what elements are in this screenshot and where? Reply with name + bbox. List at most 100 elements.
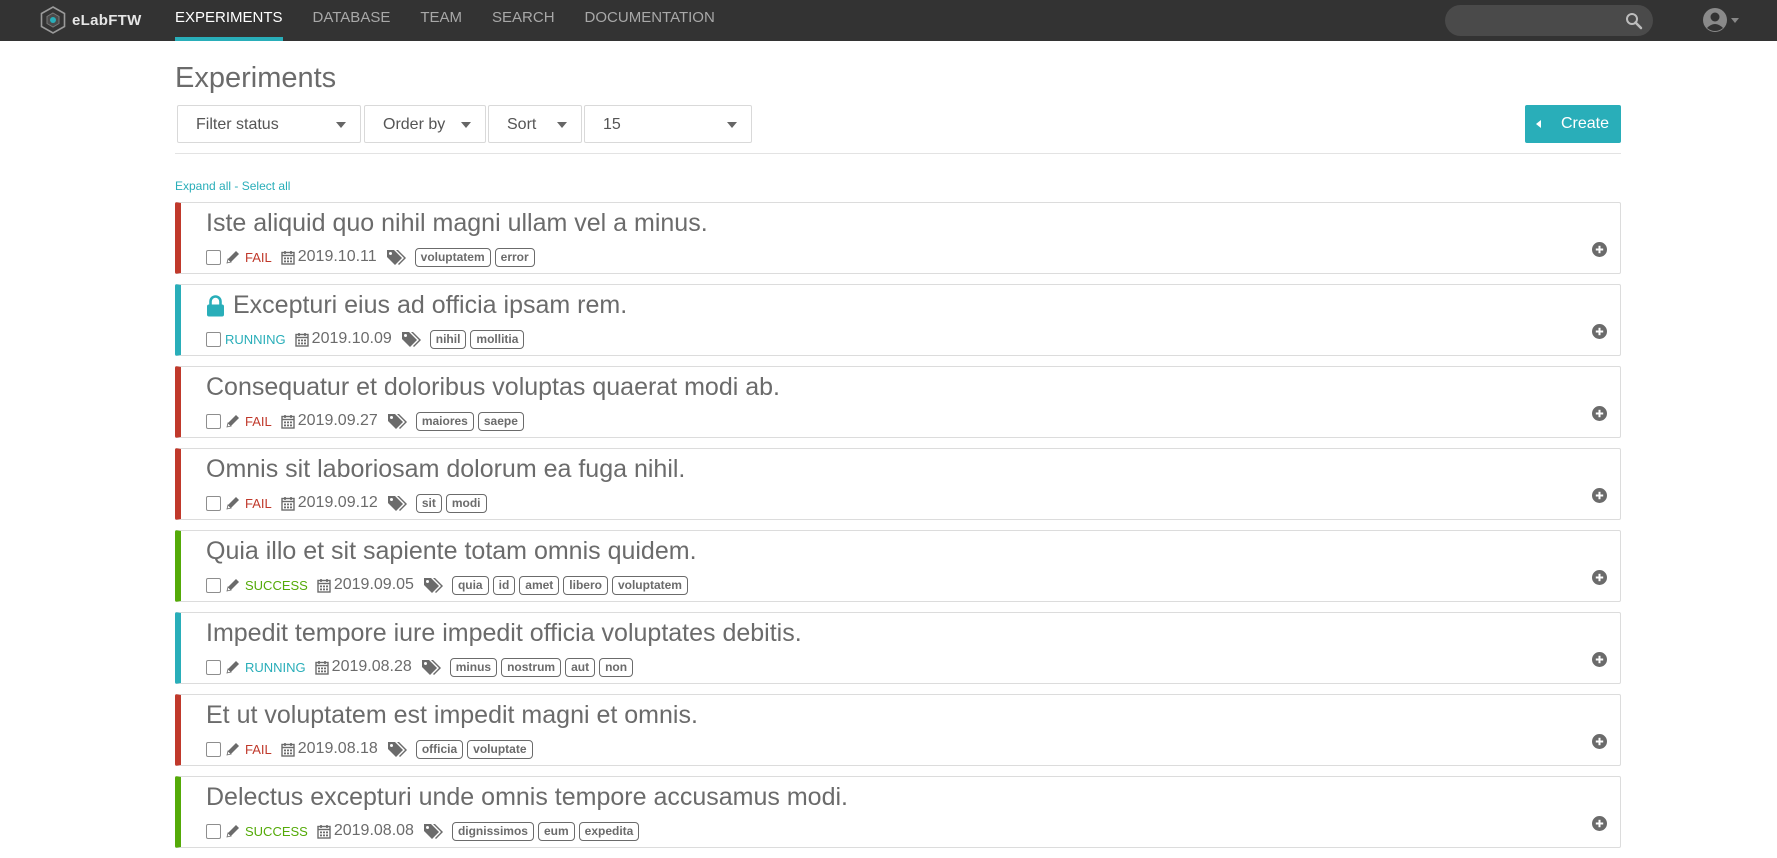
- experiment-title-link[interactable]: Consequatur et doloribus voluptas quaera…: [206, 373, 780, 402]
- tag-badge[interactable]: nostrum: [501, 657, 562, 677]
- tag-badge[interactable]: expedita: [578, 821, 640, 841]
- experiment-meta: FAIL 2019.09.27 maiores saepe: [206, 411, 528, 431]
- sort-select[interactable]: Sort: [488, 105, 582, 143]
- pencil-icon[interactable]: [225, 577, 241, 593]
- status-label: SUCCESS: [245, 823, 308, 839]
- toolbar: Filter status Order by Sort 15 Create: [175, 104, 1621, 154]
- expand-plus-icon[interactable]: [1592, 242, 1607, 257]
- pencil-icon[interactable]: [225, 495, 241, 511]
- tag-badge[interactable]: error: [494, 247, 535, 267]
- search-box: [1445, 5, 1653, 36]
- select-all-link[interactable]: Select all: [242, 179, 291, 193]
- tags-icon: [423, 823, 443, 839]
- experiment-title-link[interactable]: Delectus excepturi unde omnis tempore ac…: [206, 783, 848, 812]
- tag-badge[interactable]: minus: [449, 657, 498, 677]
- experiment-title: Impedit tempore iure impedit officia vol…: [206, 619, 802, 647]
- filter-status-select[interactable]: Filter status: [177, 105, 361, 143]
- expand-plus-icon[interactable]: [1592, 816, 1607, 831]
- tag-badge[interactable]: sit: [415, 493, 442, 513]
- status-label: FAIL: [245, 741, 272, 757]
- experiment-title: Excepturi eius ad officia ipsam rem.: [233, 291, 628, 319]
- elabftw-logo-icon: [40, 6, 66, 34]
- experiment-title-link[interactable]: Iste aliquid quo nihil magni ullam vel a…: [206, 209, 708, 238]
- nav-documentation[interactable]: DOCUMENTATION: [585, 0, 715, 41]
- calendar-icon: [281, 496, 295, 511]
- tag-badge[interactable]: eum: [537, 821, 575, 841]
- tag-badge[interactable]: dignissimos: [451, 821, 534, 841]
- select-checkbox[interactable]: [206, 331, 221, 347]
- expand-plus-icon[interactable]: [1592, 652, 1607, 667]
- top-navbar: eLabFTW EXPERIMENTS DATABASE TEAM SEARCH…: [0, 0, 1777, 41]
- chevron-down-icon: [336, 122, 346, 128]
- tag-badge[interactable]: id: [492, 575, 516, 595]
- tag-badge[interactable]: libero: [563, 575, 608, 595]
- chevron-down-icon: [727, 122, 737, 128]
- experiment-title: Consequatur et doloribus voluptas quaera…: [206, 373, 780, 401]
- experiment-meta: FAIL 2019.08.18 officia voluptate: [206, 739, 537, 759]
- tag-badge[interactable]: voluptatem: [414, 247, 491, 267]
- experiment-title-link[interactable]: Omnis sit laboriosam dolorum ea fuga nih…: [206, 455, 685, 484]
- experiment-title: Iste aliquid quo nihil magni ullam vel a…: [206, 209, 708, 237]
- experiment-title-link[interactable]: Et ut voluptatem est impedit magni et om…: [206, 701, 698, 730]
- experiment-item: Delectus excepturi unde omnis tempore ac…: [175, 776, 1621, 848]
- pencil-icon[interactable]: [225, 659, 241, 675]
- experiment-item: Consequatur et doloribus voluptas quaera…: [175, 366, 1621, 438]
- tag-badge[interactable]: saepe: [477, 411, 524, 431]
- tag-badge[interactable]: maiores: [415, 411, 474, 431]
- expand-plus-icon[interactable]: [1592, 734, 1607, 749]
- tag-badge[interactable]: aut: [565, 657, 596, 677]
- experiment-title-link[interactable]: Quia illo et sit sapiente totam omnis qu…: [206, 537, 697, 566]
- select-checkbox[interactable]: [206, 823, 221, 839]
- select-checkbox[interactable]: [206, 413, 221, 429]
- nav-search[interactable]: SEARCH: [492, 0, 555, 41]
- logo[interactable]: eLabFTW: [40, 4, 142, 36]
- tag-badge[interactable]: voluptatem: [611, 575, 688, 595]
- nav-database[interactable]: DATABASE: [313, 0, 391, 41]
- search-icon[interactable]: [1625, 12, 1643, 30]
- expand-plus-icon[interactable]: [1592, 488, 1607, 503]
- expand-plus-icon[interactable]: [1592, 570, 1607, 585]
- select-checkbox[interactable]: [206, 741, 221, 757]
- tag-badge[interactable]: nihil: [429, 329, 467, 349]
- limit-select[interactable]: 15: [584, 105, 752, 143]
- expand-plus-icon[interactable]: [1592, 406, 1607, 421]
- pencil-icon[interactable]: [225, 823, 241, 839]
- select-checkbox[interactable]: [206, 577, 221, 593]
- expand-plus-icon[interactable]: [1592, 324, 1607, 339]
- tag-badge[interactable]: voluptate: [467, 739, 533, 759]
- select-checkbox[interactable]: [206, 495, 221, 511]
- experiment-meta: FAIL 2019.09.12 sit modi: [206, 493, 491, 513]
- pencil-icon[interactable]: [225, 413, 241, 429]
- links-separator: -: [231, 179, 242, 193]
- select-checkbox[interactable]: [206, 249, 221, 265]
- tag-badge[interactable]: quia: [451, 575, 489, 595]
- tag-list: dignissimos eum expedita: [451, 821, 643, 841]
- experiment-date: 2019.10.09: [311, 330, 392, 347]
- tag-badge[interactable]: modi: [445, 493, 487, 513]
- pencil-icon[interactable]: [225, 741, 241, 757]
- experiment-title-link[interactable]: Impedit tempore iure impedit officia vol…: [206, 619, 802, 648]
- tag-badge[interactable]: officia: [415, 739, 464, 759]
- chevron-down-icon: [1731, 17, 1739, 23]
- tag-badge[interactable]: mollitia: [470, 329, 525, 349]
- order-by-select[interactable]: Order by: [364, 105, 486, 143]
- experiment-date: 2019.08.18: [297, 740, 378, 757]
- experiment-title-link[interactable]: Excepturi eius ad officia ipsam rem.: [206, 291, 627, 320]
- calendar-icon: [317, 824, 331, 839]
- expand-all-link[interactable]: Expand all: [175, 179, 231, 193]
- tag-list: minus nostrum aut non: [449, 657, 637, 677]
- tag-badge[interactable]: non: [599, 657, 634, 677]
- create-button[interactable]: Create: [1525, 105, 1621, 143]
- select-checkbox[interactable]: [206, 659, 221, 675]
- user-menu[interactable]: [1702, 7, 1742, 33]
- experiment-date: 2019.09.27: [297, 412, 378, 429]
- tag-badge[interactable]: amet: [519, 575, 560, 595]
- tag-list: quia id amet libero voluptatem: [451, 575, 692, 595]
- page-title: Experiments: [175, 62, 337, 94]
- search-input[interactable]: [1457, 5, 1617, 36]
- experiment-date: 2019.08.28: [331, 658, 412, 675]
- sort-label: Sort: [507, 116, 537, 133]
- nav-experiments[interactable]: EXPERIMENTS: [175, 0, 283, 41]
- pencil-icon[interactable]: [225, 249, 241, 265]
- nav-team[interactable]: TEAM: [420, 0, 462, 41]
